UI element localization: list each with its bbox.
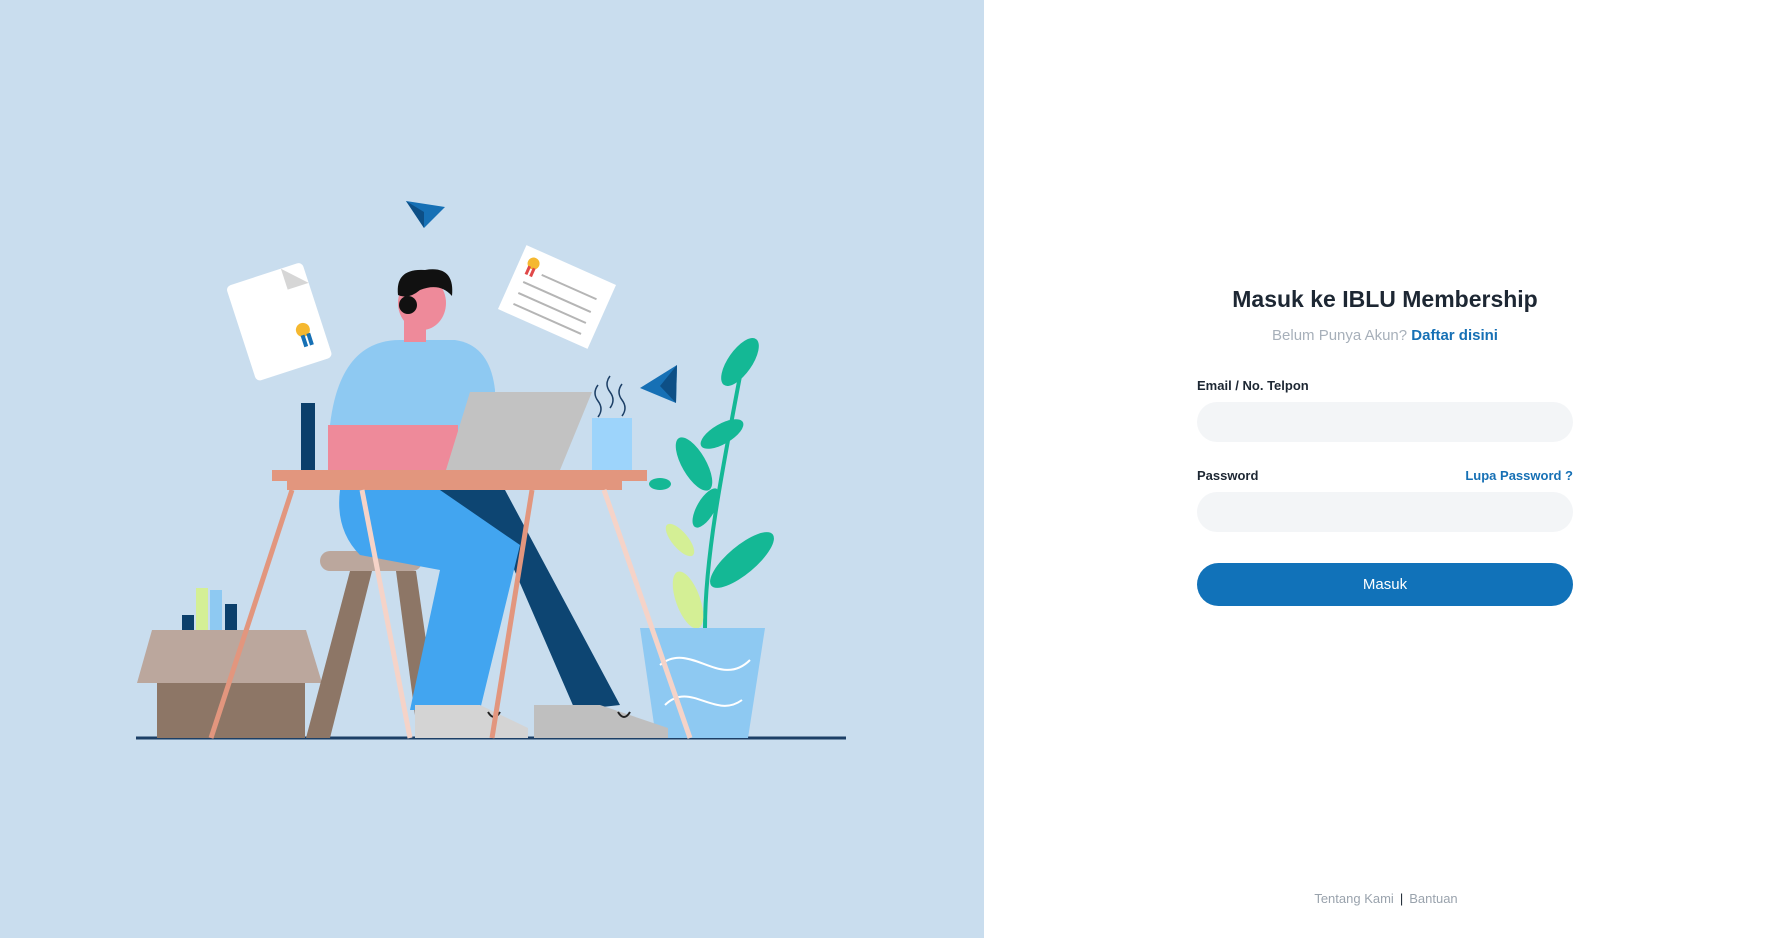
laptop-shape xyxy=(446,392,592,470)
page-title: Masuk ke IBLU Membership xyxy=(1232,286,1538,312)
help-link[interactable]: Bantuan xyxy=(1409,891,1457,906)
certificate-icon xyxy=(498,245,616,349)
bottle-shape xyxy=(301,403,315,470)
box-shape xyxy=(137,588,322,738)
login-panel: Masuk ke IBLU Membership Belum Punya Aku… xyxy=(984,0,1788,938)
about-link[interactable]: Tentang Kami xyxy=(1314,891,1394,906)
password-field[interactable] xyxy=(1197,492,1573,532)
signup-prompt-text: Belum Punya Akun? xyxy=(1272,327,1408,344)
email-field[interactable] xyxy=(1197,402,1573,442)
paper-plane-icon xyxy=(406,201,445,228)
login-form: Masuk ke IBLU Membership Belum Punya Aku… xyxy=(1197,286,1573,606)
password-label-row: Password Lupa Password ? xyxy=(1197,468,1573,483)
forgot-password-link[interactable]: Lupa Password ? xyxy=(1465,468,1573,483)
email-label: Email / No. Telpon xyxy=(1197,378,1309,393)
email-field-group: Email / No. Telpon xyxy=(1197,378,1573,442)
document-icon xyxy=(227,263,332,381)
password-field-group: Password Lupa Password ? xyxy=(1197,468,1573,532)
signup-prompt: Belum Punya Akun? Daftar disini xyxy=(1197,327,1573,344)
signup-link[interactable]: Daftar disini xyxy=(1411,327,1498,344)
password-label: Password xyxy=(1197,468,1259,483)
footer-links: Tentang Kami | Bantuan xyxy=(984,891,1788,906)
paper-plane-icon xyxy=(640,365,677,403)
mug-shape xyxy=(592,375,632,470)
email-label-row: Email / No. Telpon xyxy=(1197,378,1573,393)
work-from-desk-illustration xyxy=(136,201,846,740)
footer-separator: | xyxy=(1399,891,1404,906)
login-page: Masuk ke IBLU Membership Belum Punya Aku… xyxy=(0,0,1788,938)
illustration-panel xyxy=(0,0,984,938)
login-button[interactable]: Masuk xyxy=(1197,563,1573,606)
